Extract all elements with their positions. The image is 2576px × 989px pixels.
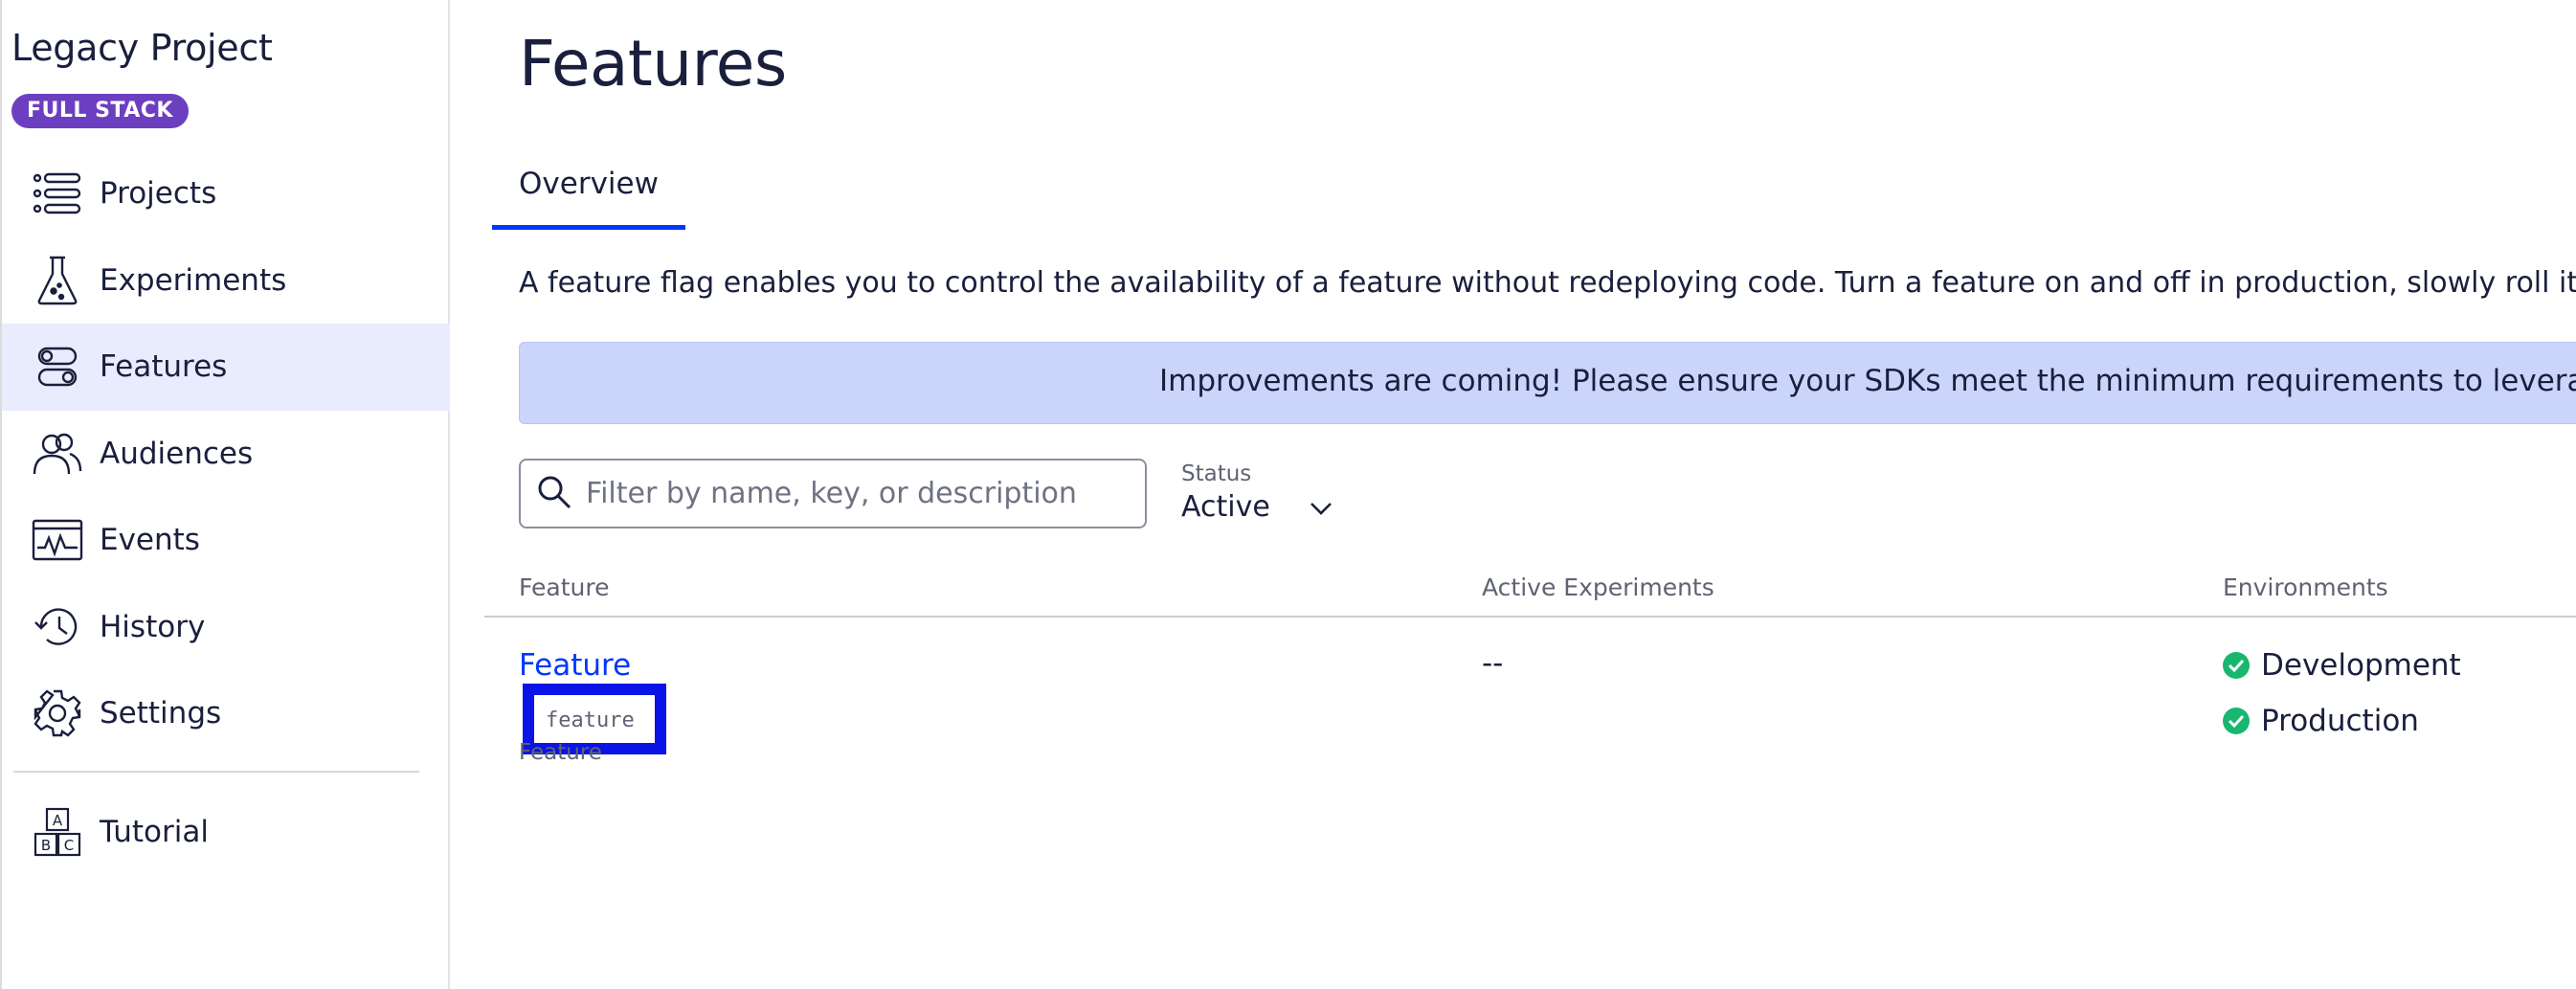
sidebar-item-label: Events — [100, 523, 200, 558]
table-row[interactable]: Feature feature Feature -- Development P… — [484, 618, 2576, 790]
column-header-feature[interactable]: Feature — [519, 573, 609, 601]
sidebar-item-tutorial[interactable]: A B C Tutorial — [2, 789, 450, 876]
search-box[interactable] — [519, 459, 1147, 528]
flask-icon — [31, 254, 84, 307]
people-icon — [31, 427, 84, 481]
main-content: Features Overview A feature flag enables… — [452, 0, 2576, 989]
column-header-environments[interactable]: Environments — [2223, 573, 2388, 601]
sidebar-item-projects[interactable]: Projects — [2, 150, 450, 237]
check-circle-icon — [2223, 708, 2250, 734]
environment-development: Development — [2223, 648, 2461, 683]
svg-text:C: C — [64, 837, 74, 854]
sidebar-item-features[interactable]: Features — [2, 324, 450, 411]
sidebar-item-events[interactable]: Events — [2, 497, 450, 584]
sidebar-item-audiences[interactable]: Audiences — [2, 411, 450, 498]
search-input[interactable] — [586, 477, 1122, 510]
active-experiments-value: -- — [1482, 646, 1504, 681]
sidebar-item-label: Tutorial — [100, 815, 209, 850]
tab-overview[interactable]: Overview — [492, 161, 685, 230]
banner-text: Improvements are coming! Please ensure y… — [1159, 364, 2576, 398]
history-clock-icon — [31, 600, 84, 654]
project-title: Legacy Project — [11, 27, 273, 69]
sidebar-item-label: Experiments — [100, 262, 287, 298]
info-banner: Improvements are coming! Please ensure y… — [519, 342, 2576, 424]
feature-description: Feature — [519, 740, 602, 765]
status-filter-value: Active — [1181, 490, 1270, 524]
sidebar-item-label: Features — [100, 349, 228, 385]
status-filter-value-row: Active — [1181, 490, 1333, 524]
sidebar-item-label: Audiences — [100, 436, 254, 471]
environment-name: Development — [2261, 648, 2461, 683]
chevron-down-icon — [1309, 490, 1333, 524]
sidebar: Legacy Project FULL STACK Projects Exper… — [0, 0, 450, 989]
sidebar-item-label: Projects — [100, 176, 217, 212]
page-title: Features — [519, 27, 787, 101]
project-type-badge: FULL STACK — [11, 94, 189, 128]
feature-key: feature — [546, 708, 635, 732]
sidebar-item-label: History — [100, 609, 206, 644]
search-icon — [536, 474, 572, 514]
table-header: Feature Active Experiments Environments — [484, 572, 2576, 618]
sidebar-item-settings[interactable]: Settings — [2, 670, 450, 757]
gear-icon — [31, 686, 84, 740]
check-circle-icon — [2223, 652, 2250, 679]
projects-list-icon — [31, 167, 84, 220]
tab-bar: Overview — [492, 161, 685, 230]
sidebar-item-label: Settings — [100, 696, 222, 731]
sidebar-nav: Projects Experiments Features Audiences … — [2, 150, 450, 757]
column-header-active-experiments[interactable]: Active Experiments — [1482, 573, 1714, 601]
sidebar-item-history[interactable]: History — [2, 584, 450, 671]
status-filter-dropdown[interactable]: Status Active — [1181, 461, 1333, 524]
sidebar-tutorial-section: A B C Tutorial — [2, 789, 450, 876]
page-description: A feature flag enables you to control th… — [519, 266, 2576, 300]
environment-name: Production — [2261, 704, 2419, 738]
events-chart-icon — [31, 513, 84, 567]
sidebar-item-experiments[interactable]: Experiments — [2, 237, 450, 325]
svg-text:A: A — [53, 812, 63, 829]
environment-production: Production — [2223, 704, 2419, 738]
sidebar-divider — [13, 771, 419, 773]
svg-text:B: B — [41, 837, 51, 854]
toggle-icon — [31, 340, 84, 393]
feature-name-link[interactable]: Feature — [519, 648, 631, 683]
status-filter-caption: Status — [1181, 461, 1252, 486]
abc-blocks-icon: A B C — [31, 805, 84, 859]
